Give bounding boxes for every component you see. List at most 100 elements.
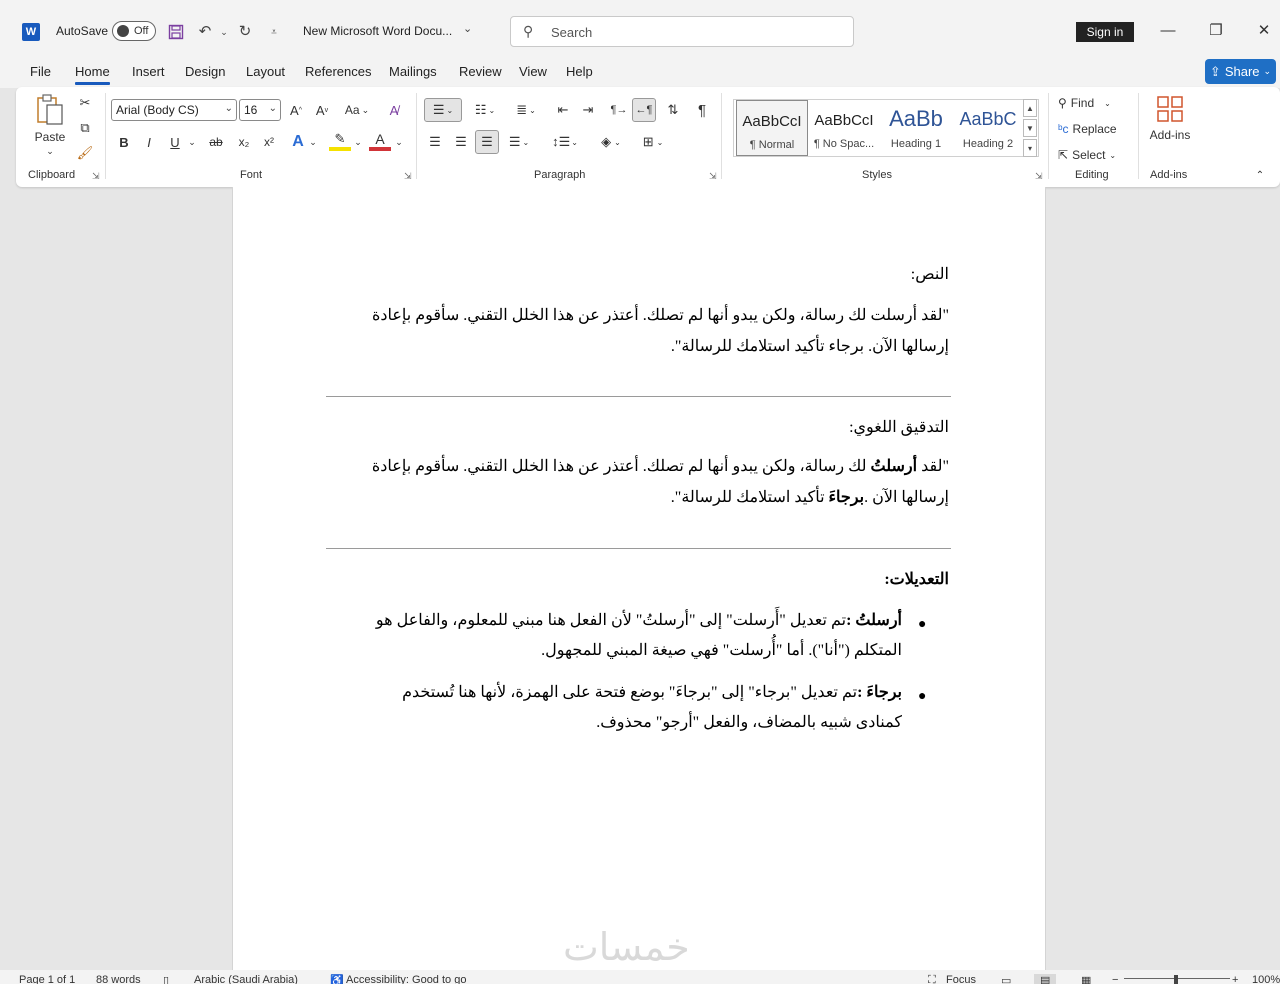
clear-formatting-icon[interactable]: A̸ [383,99,405,121]
chevron-down-icon[interactable]: ⌄ [393,131,405,153]
align-left-icon[interactable]: ☰ [424,131,446,153]
paste-button[interactable]: Paste [32,129,68,145]
ltr-direction-icon[interactable]: ¶→ [608,99,630,121]
read-mode-icon[interactable]: ▭ [1001,974,1011,984]
borders-icon[interactable]: ⊞ ⌄ [635,131,671,153]
style-normal[interactable]: AaBbCcI ¶ Normal [736,100,808,156]
increase-indent-icon[interactable]: ⇥ [577,99,599,121]
tab-home[interactable]: Home [75,64,110,85]
styles-more-icon[interactable]: ▾ [1023,139,1037,157]
paragraph-launcher-icon[interactable]: ⇲ [709,171,717,182]
multilevel-list-button[interactable]: ≣ ⌄ [509,98,543,122]
shading-icon[interactable]: ◈ ⌄ [593,131,629,153]
font-size-combo[interactable]: 16 ⌄ [239,99,281,121]
autosave-toggle[interactable]: Off [112,21,156,41]
change-case-button[interactable]: Aa ⌄ [340,99,374,121]
document-title[interactable]: New Microsoft Word Docu... [303,24,452,38]
language[interactable]: Arabic (Saudi Arabia) [194,974,298,984]
align-center-icon[interactable]: ☰ [450,131,472,153]
bullets-button[interactable]: ☰ ⌄ [424,98,462,122]
numbering-button[interactable]: ☷ ⌄ [468,98,502,122]
font-color-icon[interactable]: A [369,131,391,151]
add-ins-button[interactable]: Add-ins [1144,127,1196,143]
add-ins-icon[interactable] [1154,93,1186,125]
subscript-icon[interactable]: x₂ [233,131,255,153]
save-icon[interactable] [166,22,186,42]
zoom-in-icon[interactable]: + [1232,974,1238,984]
styles-scroll-down-icon[interactable]: ▼ [1023,119,1037,137]
tab-file[interactable]: File [30,64,51,79]
chevron-down-icon[interactable]: ⌄ [42,145,58,157]
word-icon[interactable]: W [22,23,40,41]
align-right-icon[interactable]: ☰ [475,130,499,154]
collapse-ribbon-icon[interactable]: ⌃ [1252,167,1268,183]
minimize-icon[interactable]: — [1156,18,1180,42]
paste-icon[interactable] [34,93,66,127]
customize-toolbar-icon[interactable]: ⩡ [264,22,284,42]
undo-dropdown-icon[interactable]: ⌄ [214,22,234,42]
styles-launcher-icon[interactable]: ⇲ [1035,171,1043,182]
accessibility-status[interactable]: Accessibility: Good to go [346,974,466,984]
proofing-icon[interactable]: ▯ [163,974,169,984]
font-size-value: 16 [244,103,258,117]
font-name-combo[interactable]: Arial (Body CS) ⌄ [111,99,237,121]
justify-icon[interactable]: ☰ ⌄ [503,131,535,153]
find-button[interactable]: ⚲ Find ⌄ [1058,93,1124,113]
show-formatting-marks-icon[interactable]: ¶ [691,99,713,121]
search-input[interactable]: ⚲ Search [510,16,854,47]
shrink-font-icon[interactable]: Av [311,99,333,121]
focus-button[interactable]: Focus [946,974,976,984]
chevron-down-icon[interactable]: ⌄ [186,131,198,153]
tab-review[interactable]: Review [459,64,502,79]
italic-button[interactable]: I [138,131,160,153]
zoom-out-icon[interactable]: − [1112,974,1118,984]
select-button[interactable]: ⇱ Select ⌄ [1058,145,1138,165]
web-layout-icon[interactable]: ▦ [1081,974,1091,984]
document-page[interactable]: النص: "لقد أرسلت لك رسالة، ولكن يبدو أنه… [232,187,1046,970]
redo-icon[interactable]: ↻ [235,21,255,41]
copy-icon[interactable]: ⧉ [74,117,96,139]
strikethrough-icon[interactable]: ab [205,131,227,153]
print-layout-icon[interactable]: ▤ [1034,974,1057,984]
style-heading-2[interactable]: AaBbC Heading 2 [952,100,1024,156]
underline-button[interactable]: U [164,131,186,153]
tab-mailings[interactable]: Mailings [389,64,437,79]
restore-icon[interactable]: ❐ [1204,18,1228,42]
tab-insert[interactable]: Insert [132,64,165,79]
highlight-icon[interactable]: ✎ [329,131,351,151]
grow-font-icon[interactable]: A ^ [285,99,307,121]
word-count[interactable]: 88 words [96,974,141,984]
text-effects-icon[interactable]: A [287,131,309,153]
undo-icon[interactable]: ↶ [195,21,215,41]
tab-references[interactable]: References [305,64,371,79]
line-spacing-icon[interactable]: ↕☰ ⌄ [547,131,583,153]
tab-view[interactable]: View [519,64,547,79]
tab-help[interactable]: Help [566,64,593,79]
superscript-icon[interactable]: x² [258,131,280,153]
close-icon[interactable]: ✕ [1252,18,1276,42]
decrease-indent-icon[interactable]: ⇤ [552,99,574,121]
font-launcher-icon[interactable]: ⇲ [404,171,412,182]
tab-layout[interactable]: Layout [246,64,285,79]
title-bar: W AutoSave Off ↶ ⌄ ↻ ⩡ New Microsoft Wor… [0,0,1280,60]
clipboard-launcher-icon[interactable]: ⇲ [92,171,100,182]
select-label: Select [1072,148,1106,162]
page-count[interactable]: Page 1 of 1 [19,974,75,984]
zoom-level[interactable]: 100% [1252,974,1280,984]
rtl-direction-icon[interactable]: ←¶ [632,98,656,122]
cut-icon[interactable]: ✂ [74,92,96,114]
chevron-down-icon[interactable]: ⌄ [307,131,319,153]
chevron-down-icon[interactable]: ⌄ [352,131,364,153]
bold-button[interactable]: B [113,131,135,153]
replace-button[interactable]: ᵇc Replace [1058,119,1138,139]
styles-scroll-up-icon[interactable]: ▲ [1023,99,1037,117]
share-button[interactable]: ⇪ Share ⌄ [1205,59,1276,84]
tab-design[interactable]: Design [185,64,225,79]
format-painter-icon[interactable]: 🖌 [74,142,96,164]
style-heading-1[interactable]: AaBb Heading 1 [880,100,952,156]
style-no-spacing[interactable]: AaBbCcI ¶ No Spac... [808,100,880,156]
chevron-down-icon[interactable]: ⌄ [463,22,472,35]
sort-icon[interactable]: ⇅ [662,99,684,121]
zoom-slider-thumb[interactable] [1174,975,1178,984]
sign-in-button[interactable]: Sign in [1076,22,1134,42]
